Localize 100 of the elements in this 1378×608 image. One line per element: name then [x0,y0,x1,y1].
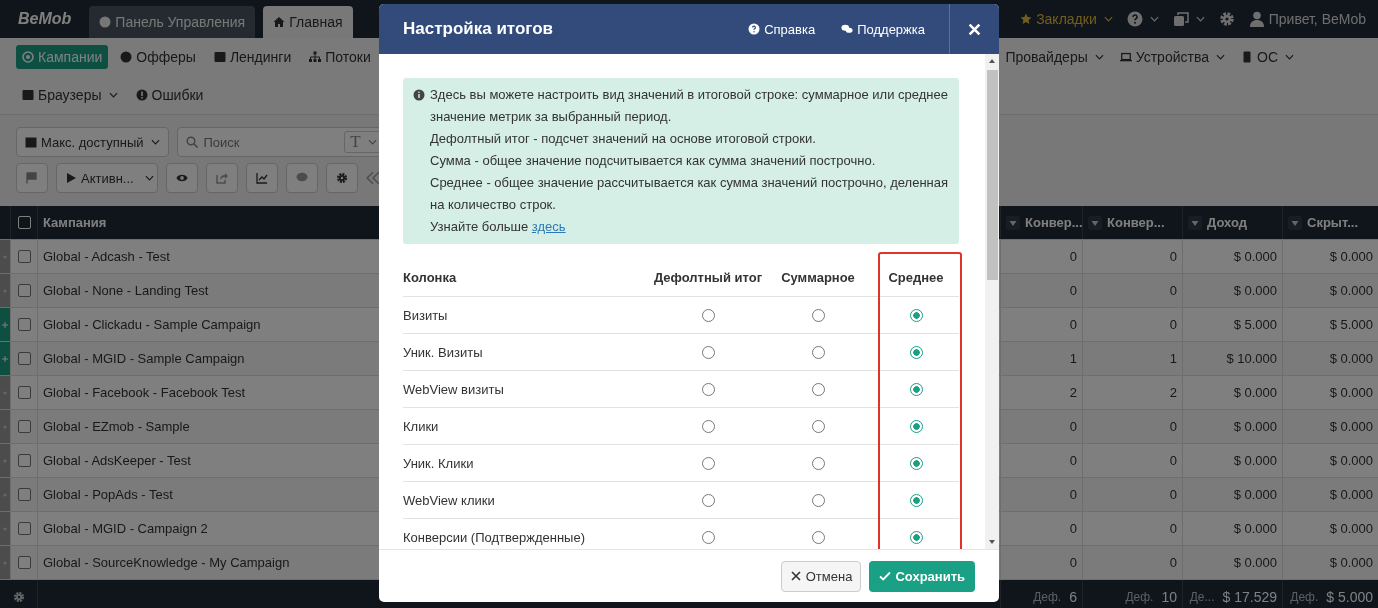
table-cell: $ 0.000 [1182,376,1282,409]
total-mode-label[interactable]: Де... [1189,589,1215,604]
radio-button[interactable] [909,345,923,359]
filter-icon[interactable] [1288,215,1302,230]
row-checkbox[interactable] [17,488,31,501]
help-icon [748,23,761,35]
close-icon [968,22,981,36]
help-link[interactable]: Справка [748,21,816,37]
app-tab[interactable]: Главная [263,6,353,38]
row-checkbox[interactable] [17,556,31,569]
help-menu-button[interactable] [1126,11,1159,27]
table-cell: $ 0.000 [1282,546,1378,579]
total-value: $ 5.000 [1326,588,1373,605]
column-header[interactable]: Доход [1182,206,1282,239]
check-icon [879,570,892,582]
support-link[interactable]: Поддержка [841,21,925,37]
nav-tab[interactable]: ОС [1235,45,1300,69]
bookmarks-menu[interactable]: Закладки [1020,11,1113,27]
window-icon [22,89,34,101]
dialog-title: Настройка итогов [403,19,555,39]
filter-icon[interactable] [1006,215,1020,230]
line-chart-icon [256,172,268,184]
radio-button[interactable] [909,419,923,433]
radio-button[interactable] [909,493,923,507]
info-text: Дефолтный итог - подсчет значений на основе итоговой строки. [430,130,817,148]
settings-button[interactable] [326,163,358,193]
table-cell: $ 0.000 [1182,240,1282,273]
total-mode-label[interactable]: Деф. [1033,589,1062,604]
settings-icon [336,172,348,184]
flag-button[interactable] [16,163,48,193]
radio-button[interactable] [909,530,923,544]
table-cell: $ 0.000 [1182,274,1282,307]
caret-icon [1216,54,1225,60]
total-mode-label[interactable]: Деф. [1290,589,1319,604]
table-cell: 0 [1082,308,1182,341]
row-checkbox[interactable] [17,352,31,365]
caret-icon [367,139,377,145]
select-all-checkbox[interactable] [17,216,31,229]
nav-tab[interactable]: Браузеры [16,83,124,107]
caret-icon [1094,54,1104,60]
row-checkbox[interactable] [17,420,31,433]
learn-more-link[interactable]: здесь [531,219,566,234]
sitemap-icon [309,51,322,63]
table-cell: 0 [1000,478,1082,511]
plus-icon[interactable] [1,320,9,329]
row-checkbox[interactable] [17,284,31,297]
share-button[interactable] [206,163,238,193]
column-header[interactable]: Конвер... [1000,206,1082,239]
filter-icon[interactable] [1188,215,1202,230]
radio-button[interactable] [909,308,923,322]
column-header[interactable]: Конвер... [1082,206,1182,239]
scroll-up-arrow-icon[interactable] [988,58,996,64]
table-cell: 0 [1000,308,1082,341]
status-filter-select[interactable]: Активн... [56,163,158,193]
date-range-select[interactable]: Макс. доступный [16,127,169,157]
star-icon [1020,13,1033,25]
total-mode-label[interactable]: Деф. [1125,589,1154,604]
table-cell: $ 5.000 [1182,308,1282,341]
nav-tab[interactable]: Кампании [16,45,109,69]
column-header[interactable]: Скрыт... [1282,206,1378,239]
nav-tab[interactable]: Лендинги [207,45,298,69]
settings-icon[interactable] [12,590,25,603]
app-tab[interactable]: Панель Управления [89,6,256,38]
search-icon [185,136,198,148]
plus-icon[interactable] [1,354,9,363]
nav-tab[interactable]: Офферы [114,45,202,69]
eye-button[interactable] [166,163,198,193]
nav-tab[interactable]: Потоки [303,45,377,69]
nav-tab[interactable]: Устройства [1113,45,1231,69]
info-text: Здесь вы можете настроить вид значений в итоговой строке: суммарное или среднее значение метрик за выбранный период. [430,86,949,126]
nav-tab[interactable]: Провайдеры [999,45,1110,69]
eye-icon [176,172,188,184]
cancel-button[interactable]: Отмена [780,560,862,592]
row-checkbox[interactable] [17,250,31,263]
total-value: 6 [1069,588,1077,605]
row-checkbox[interactable] [17,454,31,467]
radio-button[interactable] [909,382,923,396]
row-checkbox[interactable] [17,318,31,331]
double-chevron-icon[interactable] [366,171,380,185]
radio-button[interactable] [909,456,923,470]
row-checkbox[interactable] [17,386,31,399]
windows-menu-button[interactable] [1172,11,1205,27]
row-checkbox[interactable] [17,522,31,535]
table-cell: 0 [1082,240,1182,273]
table-cell: $ 0.000 [1182,444,1282,477]
chart-button[interactable] [246,163,278,193]
scroll-down-arrow-icon[interactable] [988,539,996,545]
caret-icon [1103,16,1113,22]
home-icon [273,16,286,28]
table-cell: 0 [1000,274,1082,307]
filter-icon[interactable] [1088,215,1102,230]
settings-icon[interactable] [1218,11,1235,27]
metric-name: Визиты [403,307,449,323]
save-button[interactable]: Сохранить [869,560,975,592]
logo[interactable]: BeMob [18,10,72,28]
comment-button[interactable] [286,163,318,193]
vertical-scrollbar[interactable] [985,54,999,549]
table-cell: 0 [1000,444,1082,477]
user-menu[interactable]: Привет, BeMob [1248,11,1366,27]
nav-tab[interactable]: Ошибки [129,83,210,107]
